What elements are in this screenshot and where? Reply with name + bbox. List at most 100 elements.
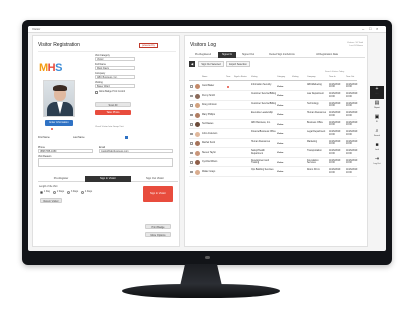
- minimize-icon[interactable]: –: [362, 26, 364, 32]
- table-row[interactable]: Doug Johnson Customer Service/Billing Visi…: [189, 101, 357, 110]
- print-badge-button[interactable]: Print Badge: [145, 224, 171, 229]
- sign-out-selected-button[interactable]: Sign Out Selected: [198, 61, 224, 67]
- visiting-dept: Information Security: [251, 83, 272, 86]
- col-company[interactable]: Company: [307, 76, 316, 78]
- category-badge: Visitor: [277, 85, 284, 88]
- col-time[interactable]: Time: [226, 76, 230, 78]
- visiting-select[interactable]: Bauer Ward: [95, 83, 135, 88]
- table-row[interactable]: Carol Baker Information Security Visitor AB…: [189, 82, 357, 91]
- visitor-name[interactable]: Ted Dawes: [202, 123, 213, 126]
- tab-denied[interactable]: Denied Sign Ins/Admins: [260, 52, 304, 58]
- col-visiting[interactable]: Visiting: [251, 76, 257, 78]
- table-row[interactable]: Penny Smith Customer Service/Billing Visit…: [189, 92, 357, 101]
- col-name[interactable]: Name: [202, 76, 207, 78]
- visitor-name[interactable]: Mary Phillips: [202, 114, 215, 117]
- table-row[interactable]: John Anderson Finance/Business Office Visi…: [189, 130, 357, 139]
- search-visitors-label[interactable]: Search Visitors Today: [325, 71, 344, 73]
- avatar: [195, 112, 200, 118]
- take-photo-button[interactable]: Take Photo: [95, 110, 131, 115]
- back-arrow-icon[interactable]: ◀: [189, 61, 195, 67]
- visitor-name[interactable]: John Anderson: [202, 133, 217, 136]
- sign-in-visitor-button[interactable]: Sign In Visitor: [143, 186, 173, 202]
- rail-button[interactable]: ⇥ Log Out: [370, 156, 384, 169]
- col-category[interactable]: Category: [277, 76, 285, 78]
- visitors-count: Visitors: 16 Total Last 24 Hours: [335, 42, 363, 48]
- scan-id-button[interactable]: Scan ID: [95, 102, 131, 107]
- row-checkbox[interactable]: [190, 104, 193, 107]
- col-time-in[interactable]: Time In: [329, 76, 336, 78]
- row-checkbox[interactable]: [190, 151, 193, 155]
- table-row[interactable]: Cynthia Wilson Development and Training Vi…: [189, 158, 357, 167]
- table-row[interactable]: Mary Phillips Executive Leadership Visitor…: [189, 111, 357, 120]
- visitor-name[interactable]: Cynthia Wilson: [202, 161, 217, 164]
- group-visit-note[interactable]: Check Visitor Into Group Visit: [95, 126, 124, 128]
- maximize-icon[interactable]: □: [369, 26, 371, 32]
- row-checkbox[interactable]: [190, 170, 193, 174]
- visit-reason-input[interactable]: [38, 157, 173, 167]
- return-visitor-button[interactable]: Return Visitor: [40, 198, 62, 203]
- registration-title: Visitor Registration: [38, 42, 80, 48]
- company-cell: Transportation: [307, 150, 322, 152]
- visitors-log-title: Visitors Log: [190, 42, 217, 48]
- row-checkbox[interactable]: [190, 123, 193, 126]
- tab-all-registration-data[interactable]: All Registration Data: [305, 52, 349, 58]
- row-checkbox[interactable]: [190, 161, 193, 164]
- row-checkbox[interactable]: [190, 113, 193, 117]
- row-checkbox[interactable]: [190, 142, 193, 145]
- table-row[interactable]: Steven Taylor Safety/Health Department Vis…: [189, 149, 357, 158]
- length-radio-1[interactable]: [40, 191, 43, 194]
- visitor-name[interactable]: Carol Baker: [202, 85, 214, 88]
- monitor: Visitor – □ × Visitor Registration power…: [22, 20, 392, 265]
- window-titlebar: Visitor – □ ×: [28, 26, 386, 33]
- registration-tabs: Pre-Register Sign In Visitor Sign Out Vi…: [38, 176, 178, 182]
- table-row[interactable]: Ted Dawes ABC Business, Inc. Visitor Busine…: [189, 120, 357, 129]
- table-row[interactable]: Rachel Scott Human Resources Visitor Market…: [189, 139, 357, 148]
- more-options-button[interactable]: More Options: [145, 232, 171, 237]
- export-selection-button[interactable]: Export Selection: [226, 61, 250, 67]
- name-input[interactable]: Mark Davis: [95, 65, 135, 70]
- phone-input[interactable]: (888) 555-1080: [38, 148, 93, 153]
- table-row[interactable]: Walter Grays Ops Building Services Visitor…: [189, 168, 357, 177]
- rail-button[interactable]: ▤ Report: [370, 100, 384, 113]
- tab-pre-registered[interactable]: Pre-Registered: [189, 52, 217, 58]
- tab-pre-register[interactable]: Pre-Register: [38, 176, 84, 182]
- tab-signed-in[interactable]: Signed In: [218, 52, 236, 58]
- length-radio-4[interactable]: [81, 191, 84, 194]
- row-checkbox[interactable]: [190, 94, 193, 98]
- category-select[interactable]: Visitor: [95, 56, 135, 61]
- avatar: [195, 141, 200, 146]
- rail-button[interactable]: ■ Lock: [370, 142, 384, 155]
- visitor-name[interactable]: Walter Grays: [202, 171, 215, 174]
- row-checkbox[interactable]: [190, 132, 193, 136]
- tab-sign-out-visitor[interactable]: Sign Out Visitor: [132, 176, 178, 182]
- category-badge: Visitor: [277, 171, 284, 173]
- email-input[interactable]: markd@abcbusiness.com: [99, 148, 173, 153]
- col-sign-in-status[interactable]: Sign-In Status: [234, 76, 247, 78]
- rail-button[interactable]: ⌕ Search: [370, 128, 384, 141]
- company-input[interactable]: ABC Business, Inc.: [95, 74, 135, 79]
- rail-button[interactable]: + Add: [370, 86, 384, 99]
- length-radio-3[interactable]: [67, 191, 70, 194]
- visitor-name[interactable]: Penny Smith: [202, 95, 215, 98]
- photo-hair: [53, 85, 67, 91]
- close-icon[interactable]: ×: [376, 26, 378, 32]
- length-radio-2[interactable]: [53, 191, 56, 194]
- visitor-photo: [43, 80, 75, 117]
- allow-badge-checkbox[interactable]: [95, 91, 98, 94]
- allow-badge-label: Allow Badge Print Control: [99, 91, 126, 93]
- avatar: [195, 103, 200, 108]
- enter-information-button[interactable]: Enter Information: [45, 120, 73, 126]
- visitor-name[interactable]: Doug Johnson: [202, 104, 217, 107]
- tab-signed-out[interactable]: Signed Out: [237, 52, 259, 58]
- stage: Visitor – □ × Visitor Registration power…: [0, 0, 402, 309]
- row-checkbox[interactable]: [190, 85, 193, 88]
- tab-sign-in-visitor[interactable]: Sign In Visitor: [85, 176, 131, 182]
- visiting-dept: ABC Business, Inc.: [251, 121, 271, 124]
- print-badge-checkbox[interactable]: [125, 136, 128, 139]
- visitor-name[interactable]: Rachel Scott: [202, 142, 215, 145]
- visiting-dept: Human Resources: [251, 140, 271, 143]
- col-time-out[interactable]: Time Out: [346, 76, 354, 78]
- rail-button[interactable]: ▣ ID: [370, 114, 384, 127]
- visitor-name[interactable]: Steven Taylor: [202, 152, 216, 155]
- col-visiting-2[interactable]: Visiting: [292, 76, 298, 78]
